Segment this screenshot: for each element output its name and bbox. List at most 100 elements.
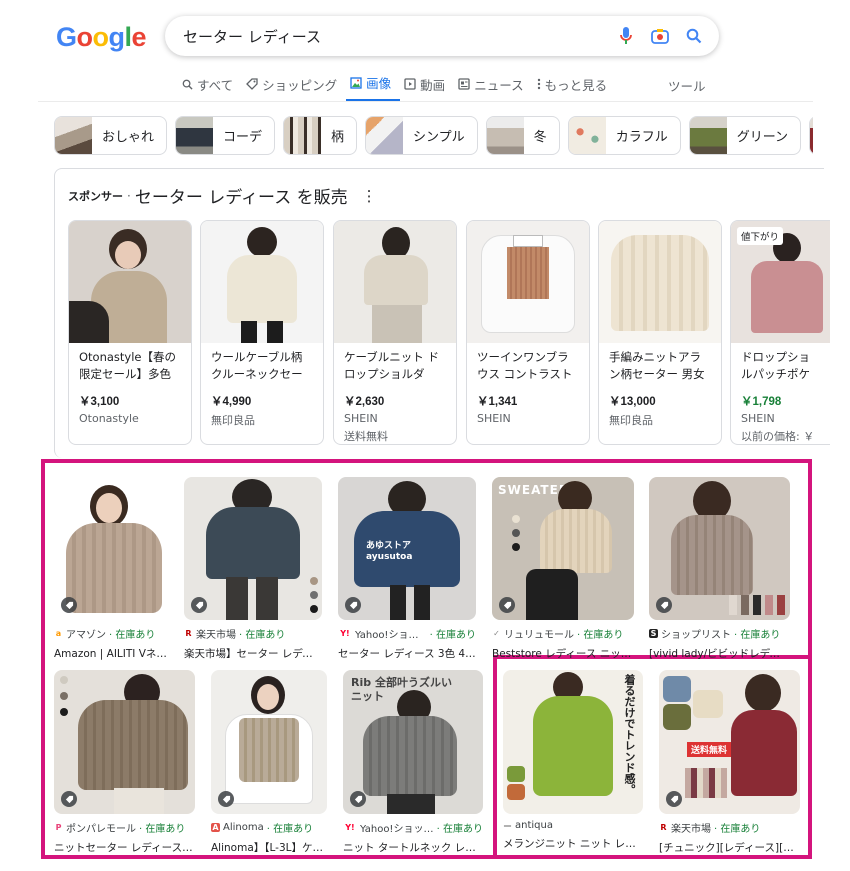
- product-price: ￥13,000: [609, 396, 656, 408]
- source-name: antiqua: [515, 820, 553, 831]
- chip-thumbnail: [284, 117, 322, 154]
- chip-label: カラフル: [615, 130, 668, 145]
- tab-images[interactable]: 画像: [346, 72, 401, 102]
- stock-status: · 在庫あり: [734, 630, 781, 641]
- price-drop-badge: 値下がり: [737, 227, 784, 245]
- product-card[interactable]: Otonastyle【春の限定セール】多色展… ￥3,100 Otonastyl…: [68, 220, 192, 445]
- product-name: ドロップショルパッチポケット: [741, 350, 810, 385]
- chip[interactable]: おしゃれ: [54, 116, 168, 155]
- image-result[interactable]: A Alinoma · 在庫あり Alinoma】【L-3L】ケ…: [211, 670, 327, 855]
- more-vert-icon[interactable]: ⋮: [362, 187, 377, 205]
- product-tag-icon: [656, 597, 672, 613]
- chip-thumbnail: [366, 117, 404, 154]
- result-image: [54, 477, 170, 620]
- chip[interactable]: グリーン: [688, 116, 802, 155]
- image-overlay-text: 送料無料: [687, 742, 732, 757]
- product-image: [69, 221, 191, 343]
- product-card[interactable]: ツーインワンブラウス コントラストカ… ￥1,341 SHEIN: [466, 220, 590, 445]
- result-source: A Alinoma · 在庫あり: [211, 820, 327, 835]
- chip[interactable]: シンプル: [365, 116, 478, 155]
- tab-all[interactable]: すべて: [178, 72, 242, 102]
- search-input[interactable]: セーター レディース: [183, 26, 609, 47]
- result-title[interactable]: [vivid lady/ビビッドレディ…: [649, 646, 790, 661]
- tab-label: ニュース: [474, 77, 524, 93]
- chip[interactable]: カラフル: [567, 116, 681, 155]
- product-image: 値下がり: [731, 221, 830, 343]
- chip-label: シンプル: [413, 130, 465, 145]
- search-icon[interactable]: [677, 16, 711, 56]
- amazon-favicon-icon: a: [55, 629, 62, 638]
- product-price: ￥4,990: [211, 396, 252, 408]
- source-name: ショップリスト: [661, 630, 731, 641]
- header-divider: [38, 101, 813, 102]
- image-result[interactable]: 送料無料 R 楽天市場 · 在庫あり [チュニック][レディース][ト…: [659, 670, 800, 855]
- tab-more[interactable]: もっと見る: [533, 72, 617, 102]
- shoplist-favicon-icon: S: [649, 629, 658, 638]
- result-title[interactable]: [チュニック][レディース][ト…: [659, 840, 800, 855]
- chip[interactable]: コーデ: [175, 116, 276, 155]
- sponsored-header: スポンサー · セーター レディース を販売 ⋮: [68, 183, 377, 209]
- stock-status: · 在庫あり: [577, 630, 624, 641]
- chip-label: おしゃれ: [102, 130, 155, 145]
- tab-news[interactable]: ニュース: [454, 72, 532, 102]
- yahoo-favicon-icon: Y!: [345, 823, 355, 832]
- product-tag-icon: [61, 597, 77, 613]
- result-source: R 楽天市場 · 在庫あり: [659, 820, 800, 835]
- product-card[interactable]: ウールケーブル柄クルーネックセータ… ￥4,990 無印良品: [200, 220, 324, 445]
- camera-lens-icon[interactable]: [643, 16, 677, 56]
- image-result[interactable]: あゆストア ayusutoa Y! Yahoo!ショッ… · 在庫あり セーター レ…: [338, 477, 476, 661]
- source-name: Yahoo!ショッ…: [355, 630, 427, 641]
- result-title[interactable]: Beststore レディース ニット…: [492, 646, 634, 661]
- chip[interactable]: 柄: [283, 116, 358, 155]
- stock-status: · 在庫あり: [109, 630, 156, 641]
- sponsored-title: セーター レディース を販売: [134, 188, 348, 208]
- image-icon: [350, 76, 362, 89]
- source-name: アマゾン: [66, 630, 106, 641]
- tools-button[interactable]: ツール: [668, 76, 706, 95]
- product-name: 手編みニットアラン柄セーター 男女兼…: [609, 350, 705, 385]
- result-image: 送料無料: [659, 670, 800, 814]
- product-card[interactable]: ケーブルニット ドロップショルダー… ￥2,630 SHEIN 送料無料: [333, 220, 457, 445]
- chip[interactable]: ノ: [809, 116, 813, 155]
- result-title[interactable]: Alinoma】【L-3L】ケ…: [211, 840, 327, 855]
- google-logo[interactable]: Google: [56, 22, 147, 53]
- search-box[interactable]: セーター レディース: [165, 16, 719, 56]
- image-result[interactable]: SWEATER ✓ リュリュモール · 在庫あり Beststore レディース ニ…: [492, 477, 634, 661]
- result-source: — antiqua: [503, 820, 643, 831]
- tab-videos[interactable]: 動画: [400, 72, 454, 102]
- chip-thumbnail: [689, 117, 727, 154]
- image-result[interactable]: Rib 全部叶うズルいニット Y! Yahoo!ショッピ…· 在庫あり ニット タ…: [343, 670, 483, 855]
- chip[interactable]: 冬: [485, 116, 560, 155]
- chip-thumbnail: [176, 117, 214, 154]
- tab-label: ショッピング: [262, 77, 338, 93]
- stock-status: · 在庫あり: [436, 824, 483, 835]
- result-title[interactable]: ニット タートルネック レデ…: [343, 840, 483, 855]
- result-title[interactable]: セーター レディース 3色 40…: [338, 646, 476, 661]
- image-result[interactable]: 着るだけでトレンド感。 — antiqua メランジニット ニット レデ…: [503, 670, 643, 851]
- image-result[interactable]: R 楽天市場 · 在庫あり 楽天市場】セーター レディ…: [184, 477, 322, 661]
- tab-label: すべて: [197, 77, 234, 93]
- result-title[interactable]: 楽天市場】セーター レディ…: [184, 646, 322, 661]
- result-source: ✓ リュリュモール · 在庫あり: [492, 626, 634, 641]
- image-result[interactable]: a アマゾン · 在庫あり Amazon | AILITI Vネッ…: [54, 477, 170, 661]
- result-source: R 楽天市場 · 在庫あり: [184, 626, 322, 641]
- product-store: SHEIN: [741, 412, 775, 425]
- image-overlay-text: あゆストア ayusutoa: [366, 541, 413, 562]
- stock-status: · 在庫あり: [266, 824, 314, 835]
- result-title[interactable]: メランジニット ニット レデ…: [503, 836, 643, 851]
- yahoo-favicon-icon: Y!: [340, 629, 350, 638]
- tab-shopping[interactable]: ショッピング: [242, 72, 346, 102]
- search-tabs: すべて ショッピング 画像 動画 ニュース もっと見る: [178, 72, 616, 102]
- result-title[interactable]: Amazon | AILITI Vネッ…: [54, 646, 170, 661]
- product-store: 無印良品: [211, 414, 255, 427]
- result-image: あゆストア ayusutoa: [338, 477, 476, 620]
- product-price: ￥2,630: [344, 396, 385, 408]
- product-card[interactable]: 手編みニットアラン柄セーター 男女兼… ￥13,000 無印良品: [598, 220, 722, 445]
- product-card[interactable]: 値下がり ドロップショルパッチポケット ￥1,798 SHEIN 以前の価格: …: [730, 220, 830, 445]
- microphone-icon[interactable]: [609, 16, 643, 56]
- result-title[interactable]: ニットセーター レディース …: [54, 840, 195, 855]
- image-result[interactable]: S ショップリスト · 在庫あり [vivid lady/ビビッドレディ…: [649, 477, 790, 661]
- image-result[interactable]: P ポンパレモール · 在庫あり ニットセーター レディース …: [54, 670, 195, 855]
- sponsored-label: スポンサー: [68, 189, 123, 203]
- stock-status: · 在庫あり: [429, 630, 476, 641]
